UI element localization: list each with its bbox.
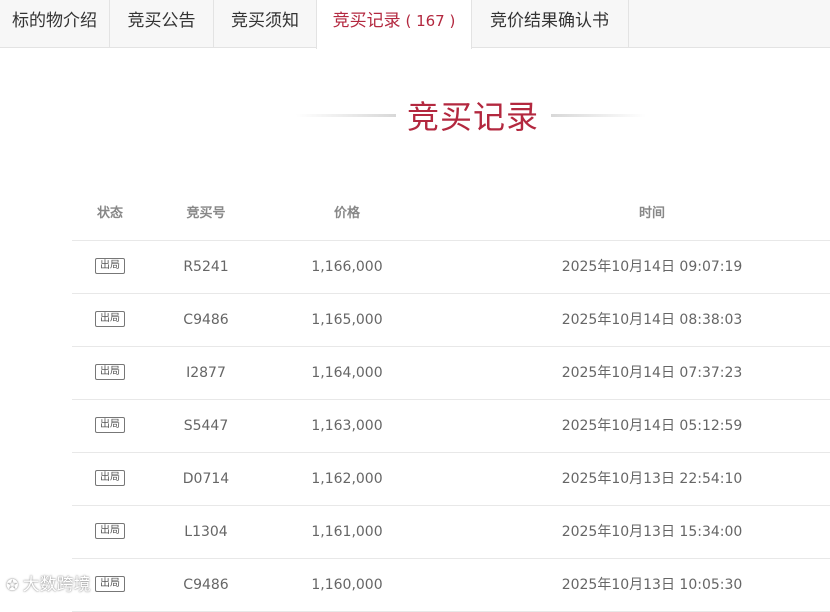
- status-cell: 出局: [72, 241, 148, 293]
- table-row: 出局 S5447 1,163,000 2025年10月14日 05:12:59: [72, 400, 830, 453]
- bid-price: 1,162,000: [311, 471, 383, 487]
- tab-label: 竞买公告: [127, 11, 196, 31]
- tab-announcement[interactable]: 竞买公告: [110, 0, 214, 48]
- table-row: 出局 L1304 1,161,000 2025年10月13日 15:34:00: [72, 506, 830, 559]
- bid-code: S5447: [183, 418, 229, 434]
- tab-count: ( 167 ): [400, 12, 456, 30]
- table-header: 状态 竞买号 价格 时间: [72, 188, 830, 241]
- header-time: 时间: [638, 206, 665, 221]
- status-cell: 出局: [72, 347, 148, 399]
- table-row: 出局 C9486 1,165,000 2025年10月14日 08:38:03: [72, 294, 830, 347]
- bid-price: 1,166,000: [311, 259, 383, 275]
- table-row: 出局 I2877 1,164,000 2025年10月14日 07:37:23: [72, 347, 830, 400]
- bid-price: 1,161,000: [311, 524, 383, 540]
- watermark-text: 大数跨境: [22, 575, 91, 595]
- heading-divider-right: [551, 114, 646, 117]
- tab-label: 竞买记录: [332, 11, 401, 31]
- bid-price: 1,163,000: [311, 418, 383, 434]
- tab-label: 标的物介绍: [12, 11, 97, 31]
- status-badge: 出局: [95, 257, 125, 274]
- status-cell: 出局: [72, 294, 148, 346]
- table-body: 出局 R5241 1,166,000 2025年10月14日 09:07:19 出局 C9…: [72, 241, 830, 612]
- tab-notice[interactable]: 竞买须知: [214, 0, 317, 48]
- status-badge: 出局: [95, 363, 125, 380]
- tab-bid-records[interactable]: 竞买记录 ( 167 ): [316, 0, 472, 49]
- status-badge: 出局: [95, 522, 125, 539]
- bid-time: 2025年10月14日 08:38:03: [561, 312, 743, 328]
- bid-time: 2025年10月13日 22:54:10: [561, 471, 743, 487]
- bid-price: 1,160,000: [311, 577, 383, 593]
- status-badge: 出局: [95, 469, 125, 486]
- bid-code: L1304: [184, 524, 228, 540]
- bid-records-table: 状态 竞买号 价格 时间 出局 R5241 1,166,000 2025年10月14日…: [72, 188, 830, 612]
- status-badge: 出局: [95, 575, 125, 592]
- table-row: 出局 D0714 1,162,000 2025年10月13日 22:54:10: [72, 453, 830, 506]
- tab-item-introduction[interactable]: 标的物介绍: [0, 0, 110, 48]
- header-price: 价格: [333, 206, 360, 221]
- bid-price: 1,164,000: [311, 365, 383, 381]
- bid-code: C9486: [183, 312, 229, 328]
- section-title: 竞买记录: [406, 98, 539, 136]
- section-heading: 竞买记录: [0, 88, 830, 142]
- table-row: 出局 C9486 1,160,000 2025年10月13日 10:05:30: [72, 559, 830, 612]
- tab-label: 竞价结果确认书: [490, 11, 609, 31]
- tab-label: 竞买须知: [231, 11, 299, 31]
- tab-bar: 标的物介绍 竞买公告 竞买须知 竞买记录 ( 167 ) 竞价结果确认书: [0, 0, 830, 49]
- header-status: 状态: [96, 206, 123, 221]
- status-cell: 出局: [72, 453, 148, 505]
- bid-code: C9486: [183, 577, 229, 593]
- header-code: 竞买号: [186, 206, 226, 221]
- bid-time: 2025年10月13日 10:05:30: [561, 577, 743, 593]
- logo-icon: ✪: [6, 576, 19, 594]
- tab-result-confirmation[interactable]: 竞价结果确认书: [471, 0, 629, 48]
- status-badge: 出局: [95, 416, 125, 433]
- bid-time: 2025年10月14日 05:12:59: [561, 418, 743, 434]
- bid-time: 2025年10月14日 09:07:19: [561, 259, 743, 275]
- heading-divider-left: [296, 114, 396, 117]
- status-badge: 出局: [95, 310, 125, 327]
- table-row: 出局 R5241 1,166,000 2025年10月14日 09:07:19: [72, 241, 830, 294]
- bid-time: 2025年10月13日 15:34:00: [561, 524, 743, 540]
- status-cell: 出局: [72, 506, 148, 558]
- bid-price: 1,165,000: [311, 312, 383, 328]
- bid-time: 2025年10月14日 07:37:23: [561, 365, 743, 381]
- bid-code: R5241: [183, 259, 229, 275]
- status-cell: 出局: [72, 400, 148, 452]
- bid-code: D0714: [182, 471, 230, 487]
- watermark: ✪ 大数跨境: [6, 570, 91, 596]
- bid-code: I2877: [186, 365, 226, 381]
